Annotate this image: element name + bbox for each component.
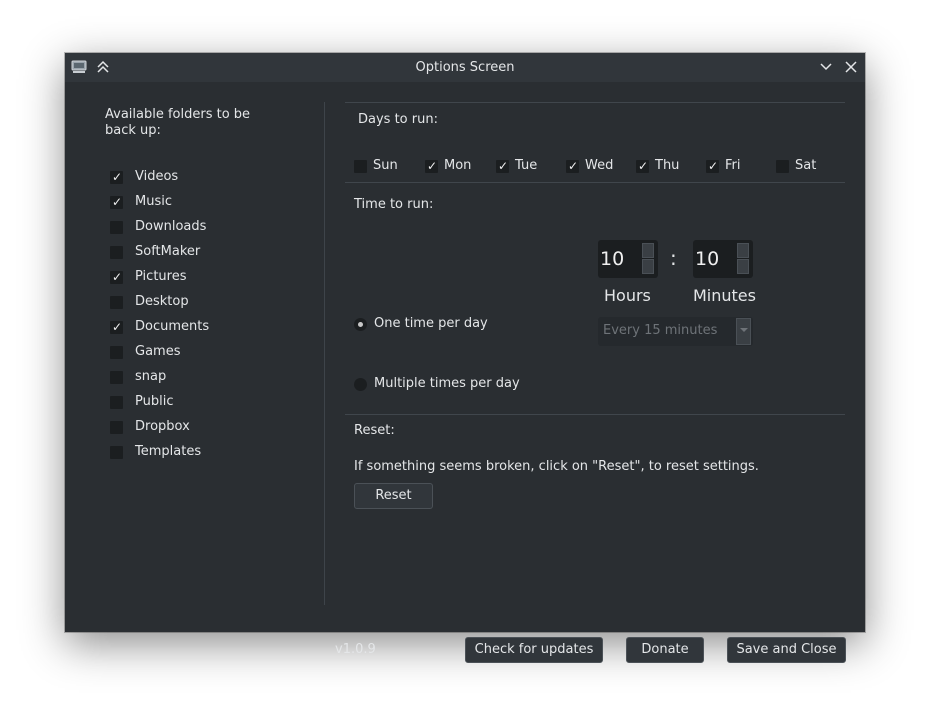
options-window: Options Screen Available folders to be b…: [65, 53, 865, 663]
check-icon: ✓: [568, 159, 579, 173]
donate-button[interactable]: Donate: [626, 637, 704, 663]
hours-spinbox[interactable]: 10: [598, 240, 658, 278]
hours-up-button[interactable]: [642, 243, 654, 258]
folder-checkbox[interactable]: [110, 296, 123, 309]
folder-label[interactable]: Downloads: [135, 219, 206, 234]
minutes-label: Minutes: [693, 286, 756, 305]
check-icon: ✓: [708, 159, 719, 173]
folder-checkbox[interactable]: ✓: [110, 170, 123, 184]
check-updates-button[interactable]: Check for updates: [465, 637, 603, 663]
minimize-icon[interactable]: [818, 59, 834, 75]
reset-button[interactable]: Reset: [354, 483, 433, 509]
folder-label[interactable]: snap: [135, 369, 166, 384]
day-checkbox[interactable]: ✓: [706, 159, 719, 173]
save-and-close-button[interactable]: Save and Close: [727, 637, 846, 663]
day-label[interactable]: Mon: [444, 158, 471, 173]
day-checkbox[interactable]: ✓: [425, 159, 438, 173]
window-title: Options Screen: [415, 60, 515, 75]
interval-dropdown[interactable]: Every 15 minutes: [598, 317, 753, 346]
day-label[interactable]: Sun: [373, 158, 398, 173]
check-icon: ✓: [112, 195, 123, 209]
check-icon: ✓: [112, 270, 123, 284]
day-label[interactable]: Tue: [515, 158, 537, 173]
minutes-spinbox[interactable]: 10: [693, 240, 753, 278]
reset-description: If something seems broken, click on "Res…: [354, 459, 759, 474]
one-time-radio[interactable]: [354, 318, 367, 331]
folder-checkbox[interactable]: [110, 246, 123, 259]
close-icon[interactable]: [843, 59, 859, 75]
hours-down-button[interactable]: [642, 259, 654, 274]
minutes-down-button[interactable]: [737, 259, 749, 274]
folder-checkbox[interactable]: [110, 371, 123, 384]
hours-value: 10: [600, 248, 625, 270]
folder-label[interactable]: Public: [135, 394, 173, 409]
folder-checkbox[interactable]: [110, 446, 123, 459]
multiple-times-label[interactable]: Multiple times per day: [374, 376, 520, 391]
divider-time: [345, 414, 845, 415]
chevron-down-icon: [740, 328, 748, 332]
folder-label[interactable]: Templates: [135, 444, 201, 459]
folder-label[interactable]: Games: [135, 344, 180, 359]
folder-checkbox[interactable]: [110, 346, 123, 359]
day-checkbox[interactable]: [776, 160, 789, 173]
interval-value: Every 15 minutes: [603, 323, 718, 338]
day-label[interactable]: Fri: [725, 158, 741, 173]
day-label[interactable]: Thu: [655, 158, 679, 173]
folder-checkbox[interactable]: [110, 396, 123, 409]
title-bar: Options Screen: [65, 53, 865, 82]
time-heading: Time to run:: [354, 197, 434, 212]
days-heading: Days to run:: [358, 112, 438, 127]
folder-label[interactable]: Pictures: [135, 269, 186, 284]
folder-label[interactable]: Music: [135, 194, 172, 209]
day-label[interactable]: Wed: [585, 158, 613, 173]
day-checkbox[interactable]: ✓: [496, 159, 509, 173]
divider-days: [345, 182, 845, 183]
radio-dot: [358, 322, 363, 327]
check-icon: ✓: [427, 159, 438, 173]
folder-label[interactable]: Documents: [135, 319, 209, 334]
day-checkbox[interactable]: ✓: [636, 159, 649, 173]
folder-checkbox[interactable]: ✓: [110, 320, 123, 334]
version-label: v1.0.9: [335, 642, 376, 657]
folder-label[interactable]: Desktop: [135, 294, 189, 309]
folders-heading: Available folders to be back up:: [105, 107, 251, 138]
folder-label[interactable]: Dropbox: [135, 419, 190, 434]
check-icon: ✓: [112, 320, 123, 334]
folder-checkbox[interactable]: [110, 421, 123, 434]
check-icon: ✓: [498, 159, 509, 173]
one-time-label[interactable]: One time per day: [374, 316, 488, 331]
check-icon: ✓: [112, 170, 123, 184]
time-separator: :: [670, 246, 677, 270]
minutes-value: 10: [695, 248, 720, 270]
hours-label: Hours: [604, 286, 651, 305]
reset-heading: Reset:: [354, 423, 395, 438]
folder-checkbox[interactable]: ✓: [110, 195, 123, 209]
folder-checkbox[interactable]: [110, 221, 123, 234]
day-checkbox[interactable]: ✓: [566, 159, 579, 173]
options-content: Available folders to be back up: ✓ Videos…: [65, 82, 865, 663]
day-checkbox[interactable]: [354, 160, 367, 173]
day-label[interactable]: Sat: [795, 158, 816, 173]
folder-label[interactable]: Videos: [135, 169, 178, 184]
check-icon: ✓: [638, 159, 649, 173]
folder-checkbox[interactable]: ✓: [110, 270, 123, 284]
divider-top: [345, 102, 845, 103]
dropdown-arrow-button[interactable]: [736, 318, 751, 345]
folder-label[interactable]: SoftMaker: [135, 244, 200, 259]
minutes-up-button[interactable]: [737, 243, 749, 258]
vertical-divider: [324, 102, 325, 605]
multiple-times-radio[interactable]: [354, 378, 367, 391]
